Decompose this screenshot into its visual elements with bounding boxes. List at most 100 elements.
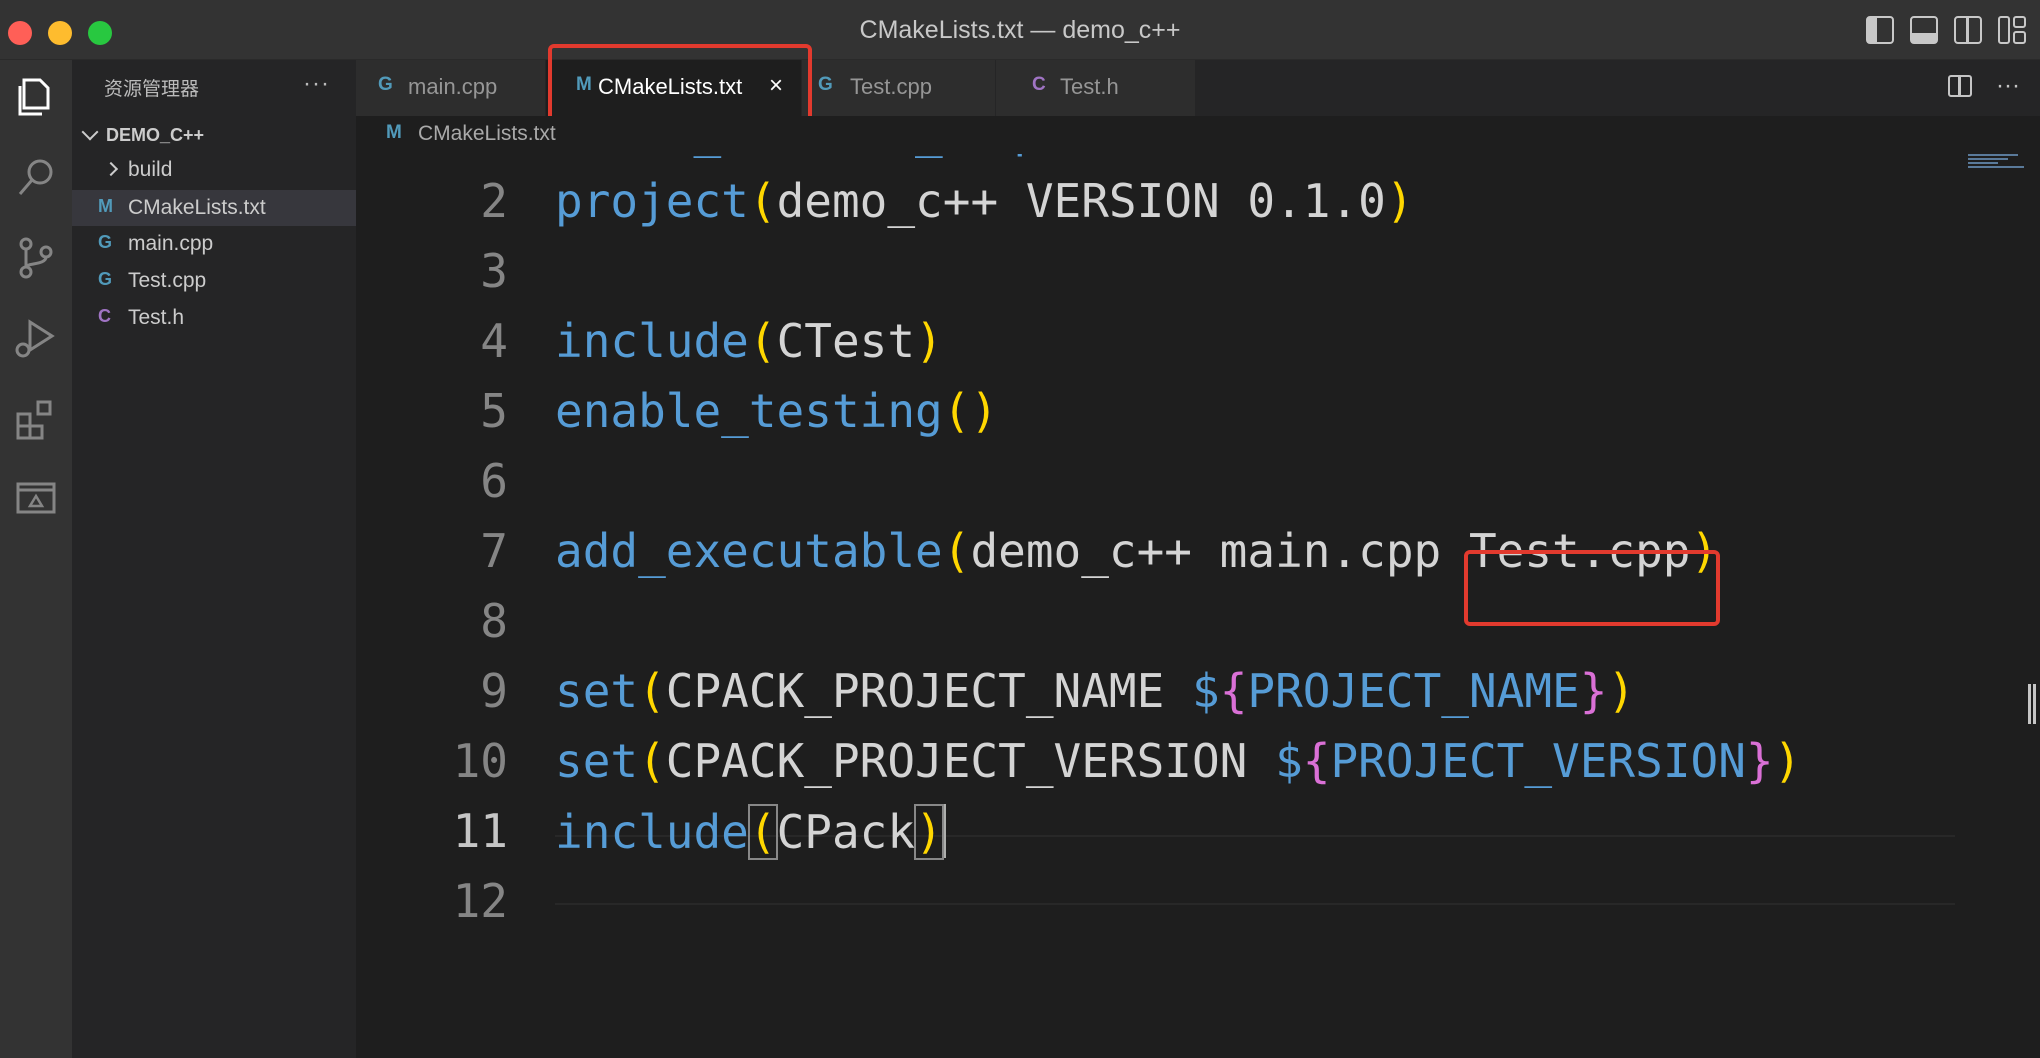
editor-tab-bar: G main.cpp M CMakeLists.txt × G Test.cpp… xyxy=(356,44,2040,128)
tab-label: Test.h xyxy=(1060,74,1119,99)
toggle-secondary-sidebar-icon[interactable] xyxy=(1954,16,1982,44)
tree-item-label: Test.h xyxy=(128,306,185,329)
code-token: include xyxy=(555,805,749,859)
minimap[interactable] xyxy=(1968,154,2028,178)
search-icon[interactable] xyxy=(10,152,62,204)
tree-item-label: Test.cpp xyxy=(128,269,207,292)
code-token: ( xyxy=(638,664,666,718)
code-token: ( xyxy=(747,804,778,860)
more-actions-icon[interactable]: ··· xyxy=(1996,72,2020,100)
tree-item-label: build xyxy=(128,158,173,181)
code-line[interactable]: 1 cmake_minimum_required(VERSION 3.0.0) xyxy=(356,154,1956,166)
line-number: 10 xyxy=(452,734,508,788)
code-text: cmake_minimum_required(VERSION 3.0.0) xyxy=(555,154,1580,158)
code-token: () xyxy=(942,384,999,438)
code-token: ) xyxy=(1385,174,1414,228)
line-number: 2 xyxy=(480,174,508,228)
chevron-down-icon xyxy=(81,123,99,141)
tab-test-cpp[interactable]: G Test.cpp xyxy=(802,60,996,116)
tree-item-label: CMakeLists.txt xyxy=(128,196,266,219)
code-line[interactable]: 11 include(CPack) xyxy=(356,796,1956,866)
cpp-file-icon: G xyxy=(378,74,393,95)
cpp-file-icon: G xyxy=(818,74,833,95)
cmake-file-icon: M xyxy=(386,122,402,143)
tab-main-cpp[interactable]: G main.cpp xyxy=(356,60,546,116)
toggle-primary-sidebar-icon[interactable] xyxy=(1866,16,1894,44)
code-line[interactable]: 5 enable_testing() xyxy=(356,376,1956,446)
line-number: 7 xyxy=(480,524,508,578)
code-token: ( xyxy=(1164,154,1192,158)
line-number: 4 xyxy=(480,314,508,368)
code-line[interactable]: 9 set(CPACK_PROJECT_NAME ${PROJECT_NAME}) xyxy=(356,656,1956,726)
folder-name: DEMO_C++ xyxy=(106,125,205,145)
remote-explorer-icon[interactable] xyxy=(10,472,62,524)
code-text: set(CPACK_PROJECT_NAME ${PROJECT_NAME}) xyxy=(555,664,1635,718)
code-line[interactable]: 3 xyxy=(356,236,1956,306)
toggle-panel-icon[interactable] xyxy=(1910,16,1938,44)
code-line[interactable]: 2 project(demo_c++ VERSION 0.1.0) xyxy=(356,166,1956,236)
code-text: project(demo_c++ VERSION 0.1.0) xyxy=(555,174,1414,228)
code-token: $ xyxy=(1275,734,1303,788)
tree-item-cmakelists[interactable]: M CMakeLists.txt xyxy=(72,190,356,226)
tree-item-test-cpp[interactable]: G Test.cpp xyxy=(72,263,356,299)
tab-label: Test.cpp xyxy=(850,74,932,99)
run-and-debug-icon[interactable] xyxy=(10,312,62,364)
explorer-more-actions-icon[interactable]: ··· xyxy=(303,70,330,98)
extensions-icon[interactable] xyxy=(10,392,62,444)
code-token: { xyxy=(1219,664,1248,718)
code-token: enable_testing xyxy=(555,384,943,438)
line-number: 9 xyxy=(480,664,508,718)
code-token: $ xyxy=(1192,664,1220,718)
cpp-file-icon: G xyxy=(98,269,113,289)
chevron-right-icon xyxy=(103,161,119,177)
code-text: enable_testing() xyxy=(555,384,998,438)
code-token: demo_c++ VERSION 0.1.0 xyxy=(776,174,1386,228)
window-title: CMakeLists.txt — demo_c++ xyxy=(859,16,1181,44)
code-text: include(CPack) xyxy=(555,804,946,860)
cmake-file-icon: M xyxy=(98,196,113,216)
explorer-icon[interactable] xyxy=(10,72,62,124)
tab-test-h[interactable]: C Test.h xyxy=(996,60,1196,116)
line-number: 12 xyxy=(452,874,508,928)
code-editor[interactable]: 1cmake_minimum_required(VERSION 3.0.0)2p… xyxy=(356,154,2040,1058)
tree-item-build[interactable]: build xyxy=(72,152,356,188)
folder-demo-c++[interactable]: DEMO_C++ xyxy=(72,118,356,152)
code-token: VERSION 3.0.0 xyxy=(1192,154,1552,158)
layout-controls xyxy=(1866,16,2026,44)
code-token: cmake_minimum_required xyxy=(555,154,1164,158)
editor-actions: ··· xyxy=(1948,72,2020,100)
tab-label: main.cpp xyxy=(408,74,498,99)
line-number: 5 xyxy=(480,384,508,438)
code-token: add_executable xyxy=(555,524,943,578)
code-token: ( xyxy=(942,524,971,578)
line-number: 11 xyxy=(452,804,508,858)
line-number: 1 xyxy=(356,154,508,158)
tree-item-test-h[interactable]: C Test.h xyxy=(72,300,356,336)
code-line[interactable]: 12 xyxy=(356,866,1956,936)
code-line[interactable]: 6 xyxy=(356,446,1956,516)
title-bar: CMakeLists.txt — demo_c++ xyxy=(0,0,2040,60)
split-editor-icon[interactable] xyxy=(1948,75,1973,97)
code-token: } xyxy=(1745,734,1774,788)
c-header-file-icon: C xyxy=(1032,74,1046,95)
code-token: ) xyxy=(914,804,944,860)
activity-bar xyxy=(0,60,72,1058)
code-token: project xyxy=(555,174,749,228)
source-control-icon[interactable] xyxy=(10,232,62,284)
customize-layout-icon[interactable] xyxy=(1998,16,2026,44)
tree-item-main-cpp[interactable]: G main.cpp xyxy=(72,226,356,262)
code-token: ) xyxy=(1552,154,1580,158)
code-line[interactable]: 4 include(CTest) xyxy=(356,306,1956,376)
breadcrumb: M CMakeLists.txt xyxy=(356,116,2040,154)
code-token: demo_c++ main.cpp xyxy=(970,524,1469,578)
explorer-title: 资源管理器 xyxy=(104,79,200,100)
code-token: } xyxy=(1579,664,1608,718)
code-token: CPACK_PROJECT_VERSION xyxy=(665,734,1276,788)
scrollbar-slider[interactable] xyxy=(2028,684,2036,724)
code-line[interactable]: 10 set(CPACK_PROJECT_VERSION ${PROJECT_VE… xyxy=(356,726,1956,796)
code-token: PROJECT_VERSION xyxy=(1330,734,1746,788)
code-token: { xyxy=(1302,734,1331,788)
breadcrumb-file[interactable]: CMakeLists.txt xyxy=(418,122,556,146)
code-token: set xyxy=(555,664,639,718)
cpp-file-icon: G xyxy=(98,232,113,252)
